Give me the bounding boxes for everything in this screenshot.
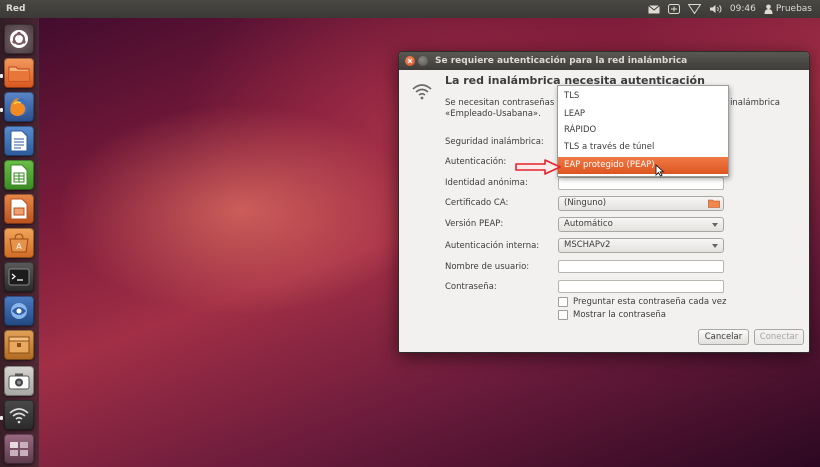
impress-presentation-icon	[10, 198, 28, 220]
launcher-impress-button[interactable]	[4, 194, 34, 224]
inner-auth-combo[interactable]: MSCHAPv2	[558, 238, 724, 253]
user-icon	[764, 4, 773, 14]
ask-password-label: Preguntar esta contraseña cada vez	[573, 297, 727, 307]
launcher-writer-button[interactable]	[4, 126, 34, 156]
show-password-label: Mostrar la contraseña	[573, 310, 667, 320]
running-indicator	[0, 416, 3, 420]
show-password-checkbox[interactable]	[558, 310, 568, 320]
folder-icon	[8, 66, 30, 82]
wifi-signal-icon	[412, 84, 432, 100]
ca-certificate-value: (Ninguno)	[564, 198, 607, 208]
volume-icon[interactable]	[709, 4, 722, 14]
username-input[interactable]	[558, 260, 724, 273]
window-title: Red	[6, 4, 26, 14]
launcher-terminal-button[interactable]	[4, 262, 34, 292]
launcher-wifi-button[interactable]	[4, 400, 34, 430]
launcher-software-center-button[interactable]: A	[4, 228, 34, 258]
user-name: Pruebas	[775, 4, 812, 14]
description-line2: «Empleado-Usabana».	[445, 109, 541, 119]
software-center-icon: A	[9, 233, 29, 253]
peap-version-value: Automático	[564, 219, 613, 229]
inner-auth-value: MSCHAPv2	[564, 240, 611, 250]
authentication-label: Autenticación:	[445, 157, 507, 167]
launcher-archive-button[interactable]	[4, 330, 34, 360]
close-button[interactable]	[405, 56, 415, 66]
wifi-icon	[9, 408, 29, 424]
description-line1-end: l inalámbrica	[725, 98, 781, 108]
firefox-icon	[10, 98, 28, 116]
ask-password-checkbox-row[interactable]: Preguntar esta contraseña cada vez	[558, 297, 727, 307]
launcher-files-button[interactable]	[4, 58, 34, 88]
ca-certificate-label: Certificado CA:	[445, 198, 509, 208]
menu-item-leap[interactable]: LEAP	[558, 106, 728, 123]
connect-button[interactable]: Conectar	[754, 329, 804, 345]
launcher-network-button[interactable]	[4, 296, 34, 326]
peap-version-label: Versión PEAP:	[445, 219, 504, 229]
running-indicator	[0, 108, 3, 112]
chevron-down-icon	[712, 244, 718, 248]
launcher-calc-button[interactable]	[4, 160, 34, 190]
mail-icon[interactable]	[648, 4, 660, 14]
indicator-area: 09:46 Pruebas	[648, 0, 812, 18]
anonymous-identity-label: Identidad anónima:	[445, 178, 528, 188]
dialog-title: Se requiere autenticación para la red in…	[435, 56, 688, 66]
folder-icon	[708, 199, 720, 208]
launcher: A	[0, 18, 39, 467]
menu-item-tls[interactable]: TLS	[558, 88, 728, 105]
archive-icon	[8, 336, 30, 354]
dialog-titlebar[interactable]: Se requiere autenticación para la red in…	[399, 52, 809, 70]
ask-password-checkbox[interactable]	[558, 297, 568, 307]
ca-certificate-chooser[interactable]: (Ninguno)	[558, 196, 724, 211]
launcher-camera-button[interactable]	[4, 366, 34, 396]
description-line1: Se necesitan contraseñas	[445, 98, 555, 108]
minimize-button[interactable]	[418, 56, 428, 66]
keyboard-layout-icon[interactable]	[667, 4, 680, 14]
launcher-dash-button[interactable]	[4, 24, 34, 54]
cancel-button[interactable]: Cancelar	[698, 329, 749, 345]
inner-auth-label: Autenticación interna:	[445, 241, 540, 251]
menu-item-tunneled-tls[interactable]: TLS a través de túnel	[558, 139, 728, 156]
annotation-arrow-icon	[515, 159, 561, 175]
peap-version-combo[interactable]: Automático	[558, 217, 724, 232]
workspaces-icon	[10, 442, 28, 456]
anonymous-identity-input[interactable]	[558, 177, 724, 190]
launcher-firefox-button[interactable]	[4, 92, 34, 122]
show-password-checkbox-row[interactable]: Mostrar la contraseña	[558, 310, 666, 320]
top-panel: Red 09:46 Pruebas	[0, 0, 820, 18]
calc-spreadsheet-icon	[10, 164, 28, 186]
network-indicator-icon[interactable]	[687, 4, 701, 14]
authentication-dropdown-menu: TLS LEAP RÁPIDO TLS a través de túnel EA…	[557, 85, 729, 177]
chevron-down-icon	[712, 223, 718, 227]
camera-icon	[8, 373, 30, 390]
user-menu[interactable]: Pruebas	[764, 0, 812, 18]
clock[interactable]: 09:46	[730, 0, 756, 18]
password-label: Contraseña:	[445, 282, 497, 292]
ubuntu-logo-icon	[10, 30, 28, 48]
menu-item-protected-eap[interactable]: EAP protegido (PEAP)	[558, 157, 728, 174]
launcher-workspaces-button[interactable]	[4, 434, 34, 464]
network-icon	[11, 303, 27, 319]
password-input[interactable]	[558, 280, 724, 293]
menu-item-fast[interactable]: RÁPIDO	[558, 122, 728, 139]
terminal-icon	[8, 268, 30, 286]
security-label: Seguridad inalámbrica:	[445, 137, 544, 147]
svg-text:A: A	[16, 242, 22, 251]
writer-document-icon	[10, 130, 28, 152]
running-indicator	[0, 74, 3, 78]
close-icon	[407, 58, 413, 64]
username-label: Nombre de usuario:	[445, 262, 530, 272]
mouse-cursor-icon	[655, 164, 665, 177]
